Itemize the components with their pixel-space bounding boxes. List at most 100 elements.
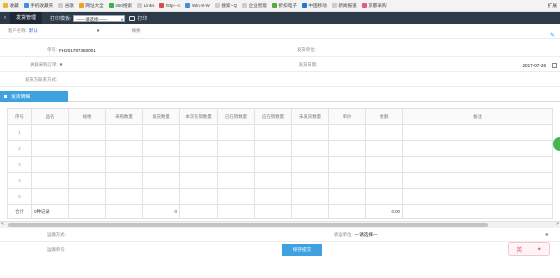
table-cell[interactable]	[291, 124, 329, 141]
table-cell[interactable]	[68, 140, 106, 157]
column-header[interactable]: 备注	[402, 108, 553, 125]
bookmark-item[interactable]: Links	[137, 3, 154, 8]
table-cell[interactable]	[291, 172, 329, 189]
table-cell[interactable]	[31, 124, 69, 141]
table-cell[interactable]	[365, 156, 403, 173]
table-cell[interactable]	[402, 188, 553, 205]
column-header[interactable]: 品名	[31, 108, 69, 125]
bookmark-item[interactable]: http---c	[159, 3, 180, 8]
table-cell[interactable]	[365, 124, 403, 141]
bookmark-item[interactable]: 谷歌	[58, 3, 74, 9]
table-cell[interactable]	[254, 156, 292, 173]
ship-date-value[interactable]: 2017-07-26	[523, 63, 547, 68]
column-header[interactable]: 未发货数量	[291, 108, 329, 125]
table-cell[interactable]	[254, 172, 292, 189]
column-header[interactable]: 已在销数量	[217, 108, 255, 125]
table-cell[interactable]	[217, 188, 255, 205]
table-cell[interactable]	[68, 172, 106, 189]
bookmark-item[interactable]: 收藏	[3, 3, 19, 9]
table-cell[interactable]	[402, 124, 553, 141]
table-cell[interactable]	[217, 140, 255, 157]
table-cell[interactable]	[105, 172, 143, 189]
table-cell[interactable]	[179, 172, 218, 189]
table-cell[interactable]	[142, 140, 180, 157]
table-cell[interactable]	[328, 124, 366, 141]
table-cell[interactable]	[31, 172, 69, 189]
column-header[interactable]: 应在销数量	[254, 108, 292, 125]
table-cell[interactable]	[217, 124, 255, 141]
print-button[interactable]: 打印	[129, 15, 147, 22]
table-cell[interactable]	[328, 156, 366, 173]
table-cell[interactable]	[142, 124, 180, 141]
bookmark-item[interactable]: 手机收藏夹	[23, 3, 53, 9]
shipper-input[interactable]	[316, 46, 560, 54]
table-cell[interactable]	[105, 188, 143, 205]
column-header[interactable]: 发货数量	[142, 108, 180, 125]
column-header[interactable]: 本次在销数量	[179, 108, 218, 125]
ime-settings-icon[interactable]: ✦	[537, 246, 542, 253]
table-cell[interactable]	[142, 172, 180, 189]
back-icon[interactable]: ‹	[0, 15, 10, 21]
table-cell[interactable]	[105, 140, 143, 157]
waybill-input[interactable]	[68, 246, 268, 254]
bookmark-item[interactable]: 搜索--Q	[214, 3, 237, 9]
table-cell[interactable]	[291, 156, 329, 173]
bookmark-item[interactable]: 网址大全	[78, 3, 104, 9]
column-header[interactable]: 金额	[365, 108, 403, 125]
table-cell[interactable]	[179, 188, 218, 205]
table-cell[interactable]	[31, 188, 69, 205]
table-cell[interactable]	[328, 188, 366, 205]
column-header[interactable]: 单价	[328, 108, 366, 125]
table-cell[interactable]	[179, 156, 218, 173]
table-cell[interactable]	[402, 156, 553, 173]
table-cell[interactable]	[68, 156, 106, 173]
scroll-right-icon[interactable]: >	[556, 221, 559, 227]
extensions-button[interactable]: 扩展	[548, 0, 557, 12]
pin-icon[interactable]: ✎	[550, 32, 556, 39]
side-feedback-tab[interactable]	[553, 137, 560, 151]
table-cell[interactable]	[328, 140, 366, 157]
column-header[interactable]: 采购数量	[105, 108, 143, 125]
table-cell[interactable]	[105, 156, 143, 173]
table-cell[interactable]	[402, 140, 553, 157]
table-cell[interactable]	[254, 188, 292, 205]
print-template-select[interactable]: ——请选择—— »	[73, 14, 126, 22]
table-cell[interactable]	[68, 124, 106, 141]
column-header[interactable]: 序号	[7, 108, 32, 125]
table-cell[interactable]	[179, 140, 218, 157]
contact-input[interactable]	[57, 76, 560, 84]
table-cell[interactable]	[217, 156, 255, 173]
receive-unit-picker-icon[interactable]: »	[545, 232, 548, 238]
customer-value[interactable]: 默认	[29, 28, 91, 34]
scrollbar-thumb[interactable]	[8, 223, 488, 227]
calendar-icon[interactable]	[552, 62, 557, 68]
table-cell[interactable]	[365, 188, 403, 205]
table-cell[interactable]	[254, 140, 292, 157]
save-submit-button[interactable]: 保存提交	[282, 244, 322, 256]
table-cell[interactable]	[402, 172, 553, 189]
table-cell[interactable]	[365, 172, 403, 189]
table-cell[interactable]	[31, 156, 69, 173]
scroll-left-icon[interactable]: <	[1, 221, 4, 227]
bookmark-item[interactable]: 中国移动	[301, 3, 327, 9]
table-cell[interactable]	[68, 188, 106, 205]
bookmark-item[interactable]: 折扣电子	[272, 3, 297, 9]
table-cell[interactable]	[179, 124, 218, 141]
column-header[interactable]: 规格	[68, 108, 106, 125]
customer-picker-icon[interactable]: »	[97, 28, 100, 34]
remark-input[interactable]	[144, 27, 560, 35]
table-cell[interactable]	[365, 140, 403, 157]
table-cell[interactable]	[142, 188, 180, 205]
table-cell[interactable]	[291, 140, 329, 157]
receive-unit-value[interactable]: —请选择—	[355, 232, 378, 238]
table-cell[interactable]	[328, 172, 366, 189]
table-cell[interactable]	[31, 140, 69, 157]
delivery-method-input[interactable]	[68, 231, 300, 239]
ime-toolbar[interactable]: 英 ✦	[508, 242, 550, 256]
bookmark-item[interactable]: 新闻报道	[331, 3, 357, 9]
table-cell[interactable]	[142, 156, 180, 173]
related-purchase-picker-icon[interactable]: »	[60, 62, 293, 68]
table-cell[interactable]	[254, 124, 292, 141]
table-cell[interactable]	[291, 188, 329, 205]
table-cell[interactable]	[105, 124, 143, 141]
